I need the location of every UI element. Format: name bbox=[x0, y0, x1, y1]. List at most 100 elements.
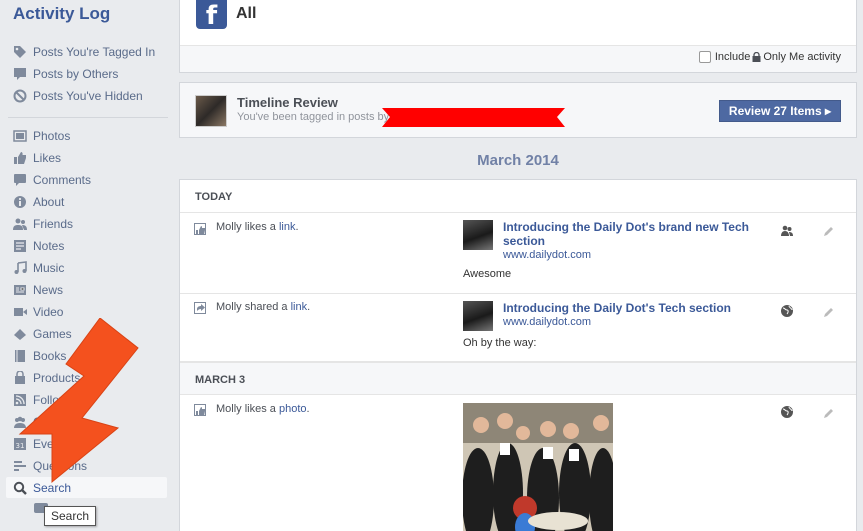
globe-icon[interactable] bbox=[780, 304, 794, 318]
sidebar-item-label: Likes bbox=[33, 150, 62, 165]
sidebar-filter-hidden[interactable]: Posts You've Hidden bbox=[6, 85, 167, 106]
activity-entry: Molly likes a link. Introducing the Dail… bbox=[180, 213, 856, 294]
sidebar-item-following[interactable]: Following bbox=[6, 389, 167, 410]
sidebar-filter-others[interactable]: Posts by Others bbox=[6, 63, 167, 84]
liked-photo[interactable] bbox=[463, 403, 613, 531]
activity-object-link[interactable]: link bbox=[291, 301, 308, 313]
sidebar-item-photos[interactable]: Photos bbox=[6, 125, 167, 146]
hidden-circle-icon bbox=[12, 89, 27, 103]
page-title: All bbox=[236, 5, 257, 22]
activity-end: . bbox=[307, 301, 311, 313]
include-only-me-toggle[interactable]: Include Only Me activity bbox=[698, 51, 841, 63]
friends-audience-icon[interactable] bbox=[780, 224, 794, 238]
sidebar-item-music[interactable]: Music bbox=[6, 257, 167, 278]
lock-icon bbox=[752, 52, 761, 62]
activity-text: Molly shared a link. bbox=[216, 301, 310, 313]
activity-verb: likes a bbox=[244, 403, 276, 415]
sidebar-item-label: Books bbox=[33, 348, 67, 363]
sidebar-item-video[interactable]: Video bbox=[6, 301, 167, 322]
activity-text: Molly likes a link. bbox=[216, 221, 299, 233]
activity-end: . bbox=[306, 403, 310, 415]
activity-object-link[interactable]: link bbox=[279, 221, 296, 233]
activity-log-header: f All Include Only Me activity bbox=[179, 0, 857, 73]
actor-name: Molly bbox=[216, 403, 242, 415]
sidebar-item-label: News bbox=[33, 282, 64, 297]
info-icon bbox=[12, 195, 27, 209]
sidebar-item-label: Products bbox=[33, 370, 81, 385]
sidebar-item-events[interactable]: 31 Events bbox=[6, 433, 167, 454]
include-label: Include bbox=[714, 51, 751, 63]
thumbs-up-icon bbox=[12, 151, 27, 165]
sidebar-item-notes[interactable]: Notes bbox=[6, 235, 167, 256]
link-thumbnail[interactable] bbox=[463, 220, 493, 250]
sidebar-title: Activity Log bbox=[13, 4, 111, 23]
entry-comment: Oh by the way: bbox=[463, 337, 537, 349]
link-thumbnail[interactable] bbox=[463, 301, 493, 331]
sidebar-item-comments[interactable]: Comments bbox=[6, 169, 167, 190]
sidebar-item-groups[interactable]: Groups bbox=[6, 411, 167, 432]
music-icon bbox=[12, 260, 27, 275]
timeline-review-subtitle: You've been tagged in posts by bbox=[237, 111, 390, 123]
actor-name: Molly bbox=[216, 301, 242, 313]
search-tooltip: Search bbox=[44, 506, 97, 526]
following-icon bbox=[12, 393, 27, 407]
activity-feed: TODAY Molly likes a link. Introducing th… bbox=[179, 179, 857, 531]
redaction-bar bbox=[382, 108, 565, 127]
activity-entry: Molly likes a photo. bbox=[180, 395, 856, 531]
events-icon: 31 bbox=[12, 437, 27, 451]
link-title[interactable]: Introducing the Daily Dot's Tech section bbox=[503, 301, 758, 315]
sidebar-item-label: Games bbox=[33, 326, 72, 341]
sidebar-item-label: Friends bbox=[33, 216, 74, 231]
sidebar-item-label: Groups bbox=[33, 414, 73, 429]
notes-icon bbox=[12, 239, 27, 253]
sidebar-item-label: Comments bbox=[33, 172, 92, 187]
sidebar-item-label: Search bbox=[33, 480, 72, 495]
sidebar-item-label: Music bbox=[33, 260, 65, 275]
link-domain[interactable]: www.dailydot.com bbox=[503, 316, 591, 328]
pencil-icon[interactable] bbox=[823, 306, 835, 318]
sidebar-item-label: About bbox=[33, 194, 65, 209]
activity-text: Molly likes a photo. bbox=[216, 403, 310, 415]
sidebar-filter-tagged[interactable]: Posts You're Tagged In bbox=[6, 41, 167, 62]
only-me-label: Only Me activity bbox=[763, 51, 841, 63]
timeline-review-panel: Timeline Review You've been tagged in po… bbox=[179, 82, 857, 138]
sidebar-item-products[interactable]: Products bbox=[6, 367, 167, 388]
tag-icon bbox=[12, 45, 27, 59]
groups-icon bbox=[12, 415, 27, 429]
sidebar-item-news[interactable]: News bbox=[6, 279, 167, 300]
sidebar-item-books[interactable]: Books bbox=[6, 345, 167, 366]
sidebar-filter-label: Posts You've Hidden bbox=[33, 88, 143, 103]
month-heading: March 2014 bbox=[477, 152, 559, 169]
comment-box-icon bbox=[12, 67, 27, 81]
sidebar-item-games[interactable]: Games bbox=[6, 323, 167, 344]
timeline-review-title: Timeline Review bbox=[237, 95, 338, 110]
activity-object-link[interactable]: photo bbox=[279, 403, 307, 415]
events-day-number: 31 bbox=[15, 442, 24, 450]
activity-log-sidebar: Activity Log Posts You're Tagged In Post… bbox=[0, 0, 180, 531]
sidebar-item-friends[interactable]: Friends bbox=[6, 213, 167, 234]
sidebar-item-likes[interactable]: Likes bbox=[6, 147, 167, 168]
include-checkbox[interactable] bbox=[698, 51, 711, 63]
activity-entry: Molly shared a link. Introducing the Dai… bbox=[180, 294, 856, 362]
link-title[interactable]: Introducing the Daily Dot's brand new Te… bbox=[503, 220, 758, 248]
sidebar-divider bbox=[8, 117, 168, 118]
activity-verb: likes a bbox=[244, 221, 276, 233]
news-icon bbox=[12, 283, 27, 297]
sidebar-item-label: Notes bbox=[33, 238, 65, 253]
sidebar-item-questions[interactable]: Questions bbox=[6, 455, 167, 476]
sidebar-item-about[interactable]: About bbox=[6, 191, 167, 212]
link-domain[interactable]: www.dailydot.com bbox=[503, 249, 591, 261]
video-icon bbox=[12, 305, 27, 319]
products-icon bbox=[12, 370, 27, 385]
avatar[interactable] bbox=[195, 95, 227, 127]
pencil-icon[interactable] bbox=[823, 225, 835, 237]
review-items-button[interactable]: Review 27 Items ▸ bbox=[718, 100, 841, 122]
globe-icon[interactable] bbox=[780, 405, 794, 419]
games-icon bbox=[12, 327, 27, 341]
like-link-icon bbox=[194, 223, 208, 237]
sidebar-item-search[interactable]: Search bbox=[6, 477, 167, 498]
day-header-march-3: MARCH 3 bbox=[180, 362, 856, 395]
sidebar-item-label: Video bbox=[33, 304, 64, 319]
pencil-icon[interactable] bbox=[823, 407, 835, 419]
day-header-today: TODAY bbox=[180, 180, 856, 213]
